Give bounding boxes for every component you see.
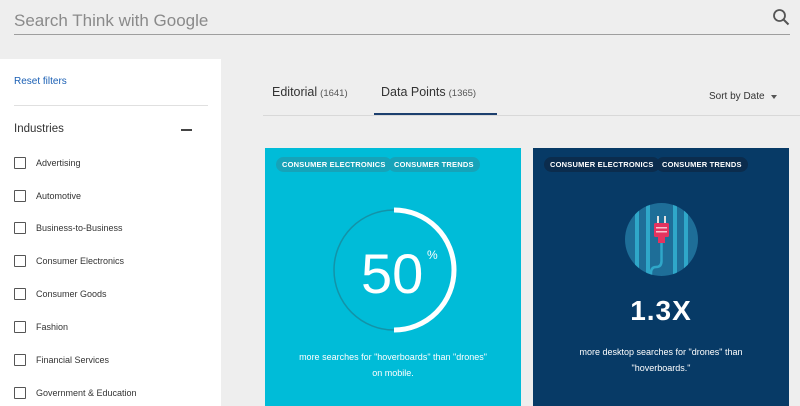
description-line: more desktop searches for "drones" than <box>579 347 743 357</box>
filter-label: Consumer Electronics <box>36 256 125 266</box>
divider <box>14 105 208 106</box>
filter-label: Consumer Goods <box>36 289 107 299</box>
tab-count: (1641) <box>320 88 348 99</box>
filter-item-automotive[interactable]: Automotive <box>14 188 204 204</box>
plug-icon <box>625 203 698 276</box>
caret-down-icon <box>770 94 777 99</box>
main-content: Editorial (1641) Data Points (1365) Sort b… <box>221 59 800 406</box>
tab-label: Data Points <box>381 85 446 99</box>
tab-editorial[interactable]: Editorial (1641) <box>272 85 348 99</box>
search-icon[interactable] <box>772 8 790 26</box>
collapse-minus-icon[interactable] <box>181 129 192 131</box>
tag-consumer-trends[interactable]: CONSUMER TRENDS <box>388 157 480 172</box>
description-line: "hoverboards." <box>631 363 691 373</box>
filter-item-fashion[interactable]: Fashion <box>14 319 204 335</box>
tab-data-points[interactable]: Data Points (1365) <box>381 85 476 99</box>
checkbox[interactable] <box>14 354 26 366</box>
filter-label: Business-to-Business <box>36 223 123 233</box>
filter-item-financial-services[interactable]: Financial Services <box>14 352 204 368</box>
search-underline <box>14 34 790 35</box>
stat-value: 1.3X <box>630 295 692 326</box>
checkbox[interactable] <box>14 222 26 234</box>
checkbox[interactable] <box>14 190 26 202</box>
filter-item-advertising[interactable]: Advertising <box>14 155 204 171</box>
filter-item-government-education[interactable]: Government & Education <box>14 385 204 401</box>
filter-label: Fashion <box>36 322 69 332</box>
filter-item-consumer-goods[interactable]: Consumer Goods <box>14 286 204 302</box>
sort-label: Sort by Date <box>709 91 765 102</box>
filter-label: Financial Services <box>36 355 110 365</box>
search-input[interactable] <box>14 8 790 34</box>
description-line: more searches for "hoverboards" than "dr… <box>299 352 487 362</box>
tab-divider <box>263 115 800 116</box>
checkbox[interactable] <box>14 255 26 267</box>
sort-dropdown[interactable]: Sort by Date <box>709 91 777 102</box>
checkbox[interactable] <box>14 321 26 333</box>
stat-value: 50 <box>361 242 424 305</box>
card-description: more searches for "hoverboards" than "dr… <box>275 349 511 381</box>
tag-consumer-electronics[interactable]: CONSUMER ELECTRONICS <box>276 157 392 172</box>
reset-filters-link[interactable]: Reset filters <box>14 76 67 87</box>
filter-item-consumer-electronics[interactable]: Consumer Electronics <box>14 253 204 269</box>
data-point-card[interactable]: CONSUMER ELECTRONICS CONSUMER TRENDS 50 … <box>265 148 521 406</box>
stat-unit: % <box>427 248 438 262</box>
data-point-card[interactable]: CONSUMER ELECTRONICS CONSUMER TRENDS 1.3… <box>533 148 789 406</box>
search-bar <box>0 0 800 59</box>
filter-item-business-to-business[interactable]: Business-to-Business <box>14 220 204 236</box>
tag-consumer-electronics[interactable]: CONSUMER ELECTRONICS <box>544 157 660 172</box>
filter-label: Automotive <box>36 191 82 201</box>
checkbox[interactable] <box>14 288 26 300</box>
description-line: on mobile. <box>372 368 414 378</box>
tag-consumer-trends[interactable]: CONSUMER TRENDS <box>656 157 748 172</box>
card-description: more desktop searches for "drones" than … <box>543 344 779 376</box>
filter-label: Advertising <box>36 158 81 168</box>
tab-count: (1365) <box>448 88 477 99</box>
checkbox[interactable] <box>14 157 26 169</box>
filter-label: Government & Education <box>36 388 137 398</box>
industries-section-title: Industries <box>14 123 64 135</box>
active-tab-indicator <box>374 113 497 115</box>
tab-label: Editorial <box>272 85 318 99</box>
filter-sidebar: Reset filters Industries Advertising Aut… <box>0 59 221 406</box>
checkbox[interactable] <box>14 387 26 399</box>
